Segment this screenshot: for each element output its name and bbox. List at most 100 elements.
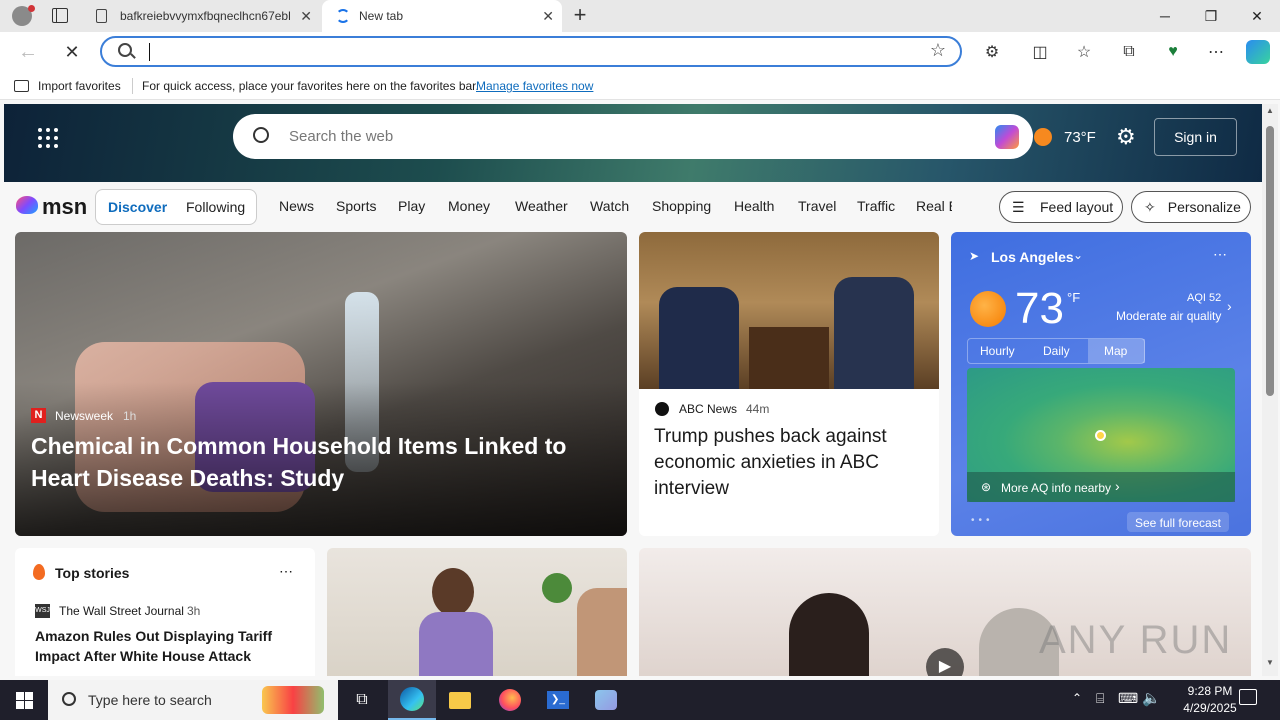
msn-nav-bar: msn Discover Following News Sports Play …	[4, 184, 1262, 228]
more-menu-icon[interactable]: ⋯	[1204, 40, 1228, 64]
tab-new-tab[interactable]: New tab ✕	[322, 0, 562, 32]
taskbar-search-input[interactable]: Type here to search	[88, 692, 212, 708]
back-icon[interactable]: ←	[16, 40, 40, 64]
close-tab-icon[interactable]: ✕	[300, 8, 312, 25]
taskbar-search-box[interactable]: Type here to search	[48, 680, 338, 720]
story-source: Newsweek	[55, 409, 114, 423]
nav-money[interactable]: Money	[448, 198, 490, 214]
volume-icon[interactable]: 🔈	[1142, 689, 1161, 707]
copilot-icon[interactable]	[995, 125, 1019, 149]
tab-bafkrei[interactable]: bafkreiebvvymxfbqneclhcn67ebl ✕	[84, 0, 320, 32]
page-icon	[96, 9, 107, 23]
copilot-icon[interactable]	[1246, 40, 1270, 64]
scroll-thumb[interactable]	[1266, 126, 1274, 396]
minimize-button[interactable]: ─	[1142, 0, 1188, 32]
tab-following[interactable]: Following	[186, 199, 245, 215]
network-icon[interactable]: ⌨	[1118, 690, 1138, 707]
msn-logo-icon[interactable]	[16, 196, 38, 214]
more-aq-link[interactable]: More AQ info nearby	[1001, 481, 1111, 495]
location-arrow-icon: ➤	[969, 249, 980, 263]
restore-button[interactable]: ❐	[1188, 0, 1234, 32]
video-story-card[interactable]: ▶ ANY RUN	[639, 548, 1251, 676]
manage-favorites-link[interactable]: Manage favorites now	[476, 79, 593, 93]
meet-now-icon[interactable]: ⌸	[1096, 690, 1104, 707]
weather-location[interactable]: Los Angeles	[991, 249, 1074, 265]
nav-health[interactable]: Health	[734, 198, 774, 214]
aqi-value: AQI 52	[1187, 292, 1222, 304]
notifications-icon[interactable]	[1239, 689, 1257, 705]
tab-discover[interactable]: Discover	[108, 199, 167, 215]
tab-actions-icon[interactable]	[52, 8, 68, 23]
hero-story-card[interactable]: N Newsweek 1h Chemical in Common Househo…	[15, 232, 627, 536]
story-image	[639, 232, 939, 389]
firefox-icon[interactable]	[486, 680, 534, 720]
nav-watch[interactable]: Watch	[590, 198, 629, 214]
nav-real-estate[interactable]: Real E	[916, 198, 952, 214]
extensions-icon[interactable]: ⚙	[980, 40, 1004, 64]
task-view-icon[interactable]: ⧉	[338, 680, 386, 720]
favorites-icon[interactable]: ☆	[1072, 40, 1096, 64]
web-search-box[interactable]: Search the web	[233, 114, 1033, 159]
close-tab-icon[interactable]: ✕	[542, 8, 554, 25]
nav-travel[interactable]: Travel	[798, 198, 836, 214]
web-search-input[interactable]: Search the web	[289, 128, 393, 145]
abc-story-card[interactable]: ABC News 44m Trump pushes back against e…	[639, 232, 939, 536]
nav-sports[interactable]: Sports	[336, 198, 376, 214]
chevron-right-icon[interactable]: ›	[1115, 478, 1120, 494]
powershell-icon[interactable]: ❯_	[534, 680, 582, 720]
import-favorites-button[interactable]: Import favorites	[38, 79, 121, 93]
app-launcher-icon[interactable]	[38, 128, 58, 148]
stop-icon[interactable]: ✕	[60, 40, 84, 64]
clock-date[interactable]: 4/29/2025	[1174, 701, 1246, 715]
app-icon[interactable]	[582, 680, 630, 720]
file-explorer-icon[interactable]	[436, 680, 484, 720]
chevron-right-icon[interactable]: ›	[1227, 298, 1232, 314]
carousel-dots[interactable]: •••	[971, 515, 994, 526]
see-full-forecast-link[interactable]: See full forecast	[1127, 512, 1229, 532]
msn-brand[interactable]: msn	[42, 194, 87, 220]
collections-icon[interactable]: ⧉	[1117, 40, 1141, 64]
settings-gear-icon[interactable]: ⚙	[1116, 124, 1136, 150]
favorite-star-icon[interactable]: ☆	[930, 40, 946, 61]
tab-map[interactable]: Map	[1088, 339, 1145, 363]
nav-shopping[interactable]: Shopping	[652, 198, 711, 214]
start-button[interactable]	[0, 680, 48, 720]
nav-weather[interactable]: Weather	[515, 198, 568, 214]
tab-hourly[interactable]: Hourly	[980, 344, 1015, 358]
aqi-map[interactable]: ⊛ More AQ info nearby ›	[967, 368, 1235, 502]
hero-temperature[interactable]: 73°F	[1064, 129, 1096, 146]
split-screen-icon[interactable]: ◫	[1028, 40, 1052, 64]
favorites-bar: Import favorites For quick access, place…	[0, 72, 1280, 100]
image-story-card[interactable]	[327, 548, 627, 676]
feed-layout-button[interactable]: ☰ Feed layout	[999, 191, 1123, 223]
edge-icon[interactable]	[388, 680, 436, 720]
story-title[interactable]: Amazon Rules Out Displaying Tariff Impac…	[35, 626, 285, 666]
nav-news[interactable]: News	[279, 198, 314, 214]
profile-icon[interactable]	[12, 5, 35, 26]
address-bar[interactable]: ☆	[100, 36, 962, 67]
toolbar: ← ✕ ☆ ⚙ ◫ ☆ ⧉ ♥ ⋯	[0, 32, 1280, 72]
page-scrollbar[interactable]: ▲ ▼	[1262, 104, 1278, 676]
new-tab-button[interactable]: +	[568, 4, 592, 28]
close-window-button[interactable]: ✕	[1234, 0, 1280, 32]
sign-in-button[interactable]: Sign in	[1154, 118, 1237, 156]
top-stories-heading[interactable]: Top stories	[55, 565, 129, 581]
tab-daily[interactable]: Daily	[1043, 344, 1070, 358]
story-title[interactable]: Trump pushes back against economic anxie…	[654, 424, 924, 502]
chevron-down-icon[interactable]: ⌄	[1073, 248, 1083, 262]
weather-unit[interactable]: °F	[1067, 290, 1080, 305]
performance-icon[interactable]: ♥	[1161, 40, 1185, 64]
show-hidden-icons-icon[interactable]: ⌃	[1072, 691, 1082, 705]
scroll-down-icon[interactable]: ▼	[1266, 658, 1274, 667]
scroll-up-icon[interactable]: ▲	[1266, 106, 1274, 115]
nav-traffic[interactable]: Traffic	[857, 198, 895, 214]
nav-play[interactable]: Play	[398, 198, 425, 214]
story-title[interactable]: Chemical in Common Household Items Linke…	[31, 430, 591, 494]
more-options-icon[interactable]: ⋯	[279, 563, 293, 580]
story-source: ABC News	[679, 402, 738, 416]
clock-time[interactable]: 9:28 PM	[1174, 684, 1246, 698]
more-options-icon[interactable]: ⋯	[1213, 246, 1227, 263]
hero-banner: Search the web 73°F ⚙ Sign in	[4, 104, 1262, 182]
personalize-button[interactable]: ✧ Personalize	[1131, 191, 1251, 223]
msn-new-tab-page: Search the web 73°F ⚙ Sign in msn Discov…	[4, 104, 1262, 676]
